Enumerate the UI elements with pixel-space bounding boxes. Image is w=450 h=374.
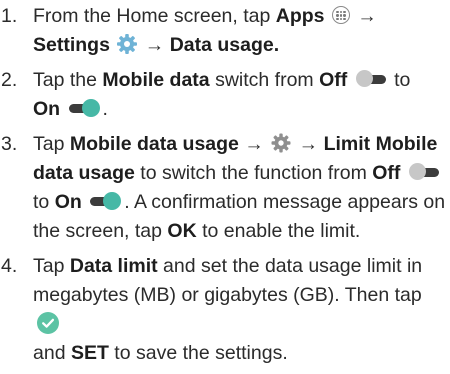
step-text-run: and xyxy=(33,342,71,364)
off-label: Off xyxy=(372,162,401,184)
step-text-run: to switch the function from xyxy=(134,162,373,184)
apps-grid-icon xyxy=(331,6,350,25)
step-number: 2. xyxy=(1,69,18,91)
step-number: 4. xyxy=(1,255,18,277)
mobile-data-usage-label: Mobile data usage xyxy=(69,133,239,155)
toggle-off-icon xyxy=(408,162,439,181)
step-text-run: From the Home screen, tap xyxy=(33,5,276,27)
gear-icon xyxy=(270,132,292,154)
set-label: SET xyxy=(70,342,109,364)
step-text: Tap the Mobile data switch from Off to O… xyxy=(33,66,450,124)
arrow-text: → xyxy=(351,5,377,27)
instruction-list: 1. From the Home screen, tap Apps → Sett… xyxy=(0,2,450,374)
step-text-run: Tap the xyxy=(33,69,103,91)
apps-label: Apps xyxy=(275,5,325,27)
step-number: 3. xyxy=(1,133,18,155)
step-text-run: . xyxy=(102,98,108,120)
on-label: On xyxy=(33,98,61,120)
step-text-run: to enable the limit. xyxy=(196,220,361,242)
step-text-run: to xyxy=(33,191,55,213)
step-text: Tap Mobile data usage → → Limit Mobile d… xyxy=(33,130,450,246)
arrow-text: → xyxy=(139,34,170,56)
step-text-run: to xyxy=(388,69,411,91)
step-text-run: switch from xyxy=(209,69,320,91)
step-2: 2. Tap the Mobile data switch from Off t… xyxy=(0,66,450,124)
step-text-run: Tap xyxy=(33,133,70,155)
step-text-run: to save the settings. xyxy=(108,342,288,364)
data-limit-label: Data limit xyxy=(69,255,158,277)
step-4: 4. Tap Data limit and set the data usage… xyxy=(0,252,450,368)
step-1: 1. From the Home screen, tap Apps → Sett… xyxy=(0,2,450,60)
toggle-on-icon xyxy=(68,98,101,117)
checkmark-icon xyxy=(37,311,59,334)
step-text: From the Home screen, tap Apps → Setting… xyxy=(33,2,450,60)
step-number: 1. xyxy=(1,5,18,27)
settings-label: Settings xyxy=(33,34,110,56)
step-text: Tap Data limit and set the data usage li… xyxy=(33,252,450,368)
arrow-text: → xyxy=(238,133,270,155)
step-text-run: Tap xyxy=(33,255,70,277)
step-3: 3. Tap Mobile data usage → → Limit Mobil… xyxy=(0,130,450,246)
mobile-data-label: Mobile data xyxy=(102,69,210,91)
ok-label: OK xyxy=(167,220,197,242)
toggle-on-icon xyxy=(90,191,122,210)
toggle-off-icon xyxy=(355,69,386,88)
gear-icon xyxy=(116,33,138,55)
arrow-text: → xyxy=(293,133,324,155)
data-usage-label: Data usage. xyxy=(169,34,280,56)
off-label: Off xyxy=(319,69,348,91)
on-label: On xyxy=(54,191,82,213)
